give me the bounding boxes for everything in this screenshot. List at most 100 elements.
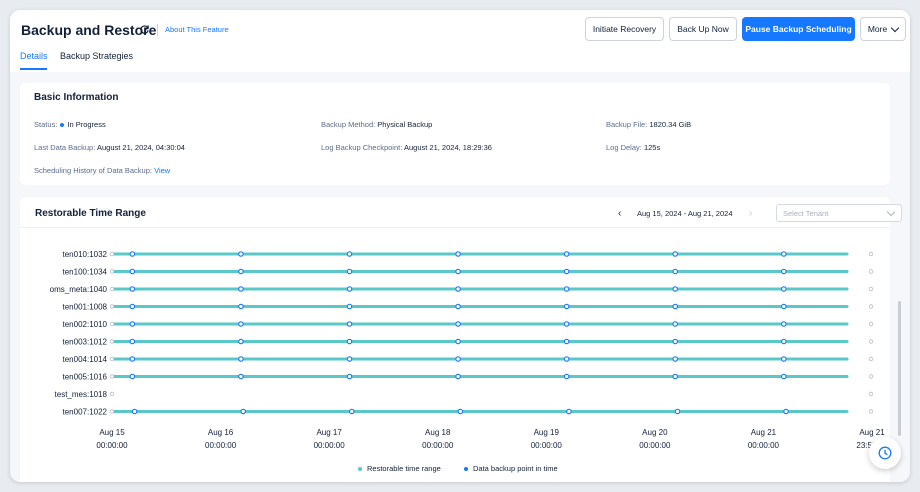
backup-point-marker: [346, 268, 353, 275]
backup-point-marker: [672, 356, 678, 362]
history-clock-button[interactable]: [869, 437, 901, 469]
x-tick-time: 00:00:00: [422, 441, 454, 450]
backup-point-marker: [129, 373, 136, 380]
range-start-marker: [109, 304, 115, 309]
backup-point-marker: [672, 286, 678, 292]
backup-point-marker: [346, 303, 353, 310]
backup-point-marker: [781, 373, 787, 380]
backup-point-marker: [672, 303, 678, 310]
backup-point-marker: [455, 286, 461, 292]
backup-point-marker: [129, 338, 136, 345]
x-tick-time: 00:00:00: [531, 441, 563, 450]
backup-point-marker: [346, 373, 353, 380]
tenant-label: ten004:1014: [63, 355, 108, 364]
legend-point-dot-icon: [464, 466, 468, 471]
backup-point-marker: [238, 356, 244, 362]
tenant-label: ten001:1008: [63, 303, 108, 312]
legend-range-dot-icon: [358, 466, 362, 471]
tenant-label: ten007:1022: [63, 408, 108, 417]
backup-point-marker: [563, 321, 570, 327]
backup-point-marker: [455, 251, 461, 257]
backup-point-marker: [781, 251, 787, 257]
backup-point-marker: [238, 321, 244, 327]
backup-point-marker: [238, 251, 244, 257]
backup-point-marker: [563, 303, 570, 310]
range-end-marker: [868, 251, 874, 257]
tenant-label: oms_meta:1040: [50, 285, 108, 294]
x-tick-date: Aug 16: [208, 428, 234, 437]
range-end-marker: [868, 356, 874, 362]
backup-point-marker: [455, 356, 461, 362]
legend-backup-point: Data backup point in time: [464, 464, 558, 473]
range-end-marker: [868, 286, 874, 292]
range-end-marker: [868, 339, 874, 344]
range-end-marker: [868, 321, 874, 327]
backup-point-marker: [566, 408, 572, 415]
range-end-marker: [868, 269, 874, 274]
backup-point-marker: [346, 338, 353, 345]
range-start-marker: [109, 286, 115, 292]
backup-point-marker: [563, 251, 570, 257]
tenant-label: ten003:1012: [63, 338, 108, 347]
x-tick-date: Aug 21: [751, 428, 777, 437]
x-tick-date: Aug 21: [859, 428, 885, 437]
backup-point-marker: [346, 286, 353, 292]
range-start-marker: [109, 391, 115, 397]
backup-point-marker: [563, 373, 570, 380]
backup-point-marker: [240, 408, 246, 415]
backup-point-marker: [238, 373, 244, 380]
range-start-marker: [109, 356, 115, 362]
backup-point-marker: [455, 321, 461, 327]
range-end-marker: [868, 409, 874, 414]
backup-point-marker: [781, 321, 787, 327]
backup-point-marker: [563, 356, 570, 362]
backup-point-marker: [563, 268, 570, 275]
backup-point-marker: [674, 408, 681, 415]
backup-point-marker: [457, 408, 464, 415]
x-tick-time: 00:00:00: [96, 441, 128, 450]
backup-point-marker: [781, 356, 787, 362]
backup-point-marker: [783, 408, 789, 415]
backup-point-marker: [346, 251, 353, 257]
backup-point-marker: [672, 251, 678, 257]
backup-point-marker: [455, 268, 461, 275]
legend-range-label: Restorable time range: [367, 464, 441, 473]
tenant-label: ten010:1032: [63, 250, 108, 259]
x-tick-date: Aug 15: [99, 428, 125, 437]
range-start-marker: [109, 251, 115, 257]
backup-point-marker: [238, 338, 244, 345]
backup-point-marker: [238, 303, 244, 310]
x-tick-date: Aug 20: [642, 428, 668, 437]
backup-point-marker: [563, 338, 570, 345]
range-end-marker: [868, 391, 874, 397]
x-tick-time: 00:00:00: [314, 441, 346, 450]
backup-point-marker: [672, 268, 678, 275]
x-tick-date: Aug 19: [534, 428, 560, 437]
backup-point-marker: [346, 321, 353, 327]
x-tick-time: 00:00:00: [205, 441, 237, 450]
tenant-label: ten005:1016: [63, 373, 108, 382]
x-tick-date: Aug 17: [316, 428, 342, 437]
backup-point-marker: [129, 321, 136, 327]
backup-point-marker: [455, 373, 461, 380]
backup-point-marker: [238, 286, 244, 292]
backup-point-marker: [129, 268, 136, 275]
x-tick-date: Aug 18: [425, 428, 451, 437]
range-end-marker: [868, 304, 874, 309]
backup-point-marker: [131, 408, 138, 415]
backup-point-marker: [781, 286, 787, 292]
backup-point-marker: [349, 408, 355, 415]
backup-point-marker: [781, 268, 787, 275]
clock-icon: [878, 446, 892, 460]
backup-point-marker: [129, 303, 136, 310]
x-tick-time: 00:00:00: [748, 441, 780, 450]
backup-point-marker: [563, 286, 570, 292]
backup-point-marker: [781, 303, 787, 310]
backup-point-marker: [455, 303, 461, 310]
backup-point-marker: [455, 338, 461, 345]
backup-point-marker: [781, 338, 787, 345]
backup-point-marker: [129, 251, 136, 257]
backup-point-marker: [672, 338, 678, 345]
range-start-marker: [109, 339, 115, 344]
restorable-timeline-chart: ten010:1032 ten100:1034 oms_meta:1040 ten00…: [50, 250, 888, 450]
